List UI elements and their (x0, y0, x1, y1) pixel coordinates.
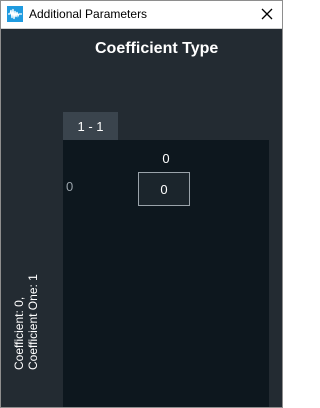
coefficient-cell[interactable]: 0 (138, 172, 190, 206)
tab-1-1[interactable]: 1 - 1 (63, 112, 118, 140)
waveform-icon (7, 6, 23, 22)
coefficient-grid-panel: 0 0 (63, 140, 269, 407)
vertical-label-line-1: Coefficient: 0, (12, 296, 26, 370)
title-bar[interactable]: Additional Parameters (1, 1, 282, 29)
column-header: 0 (162, 151, 170, 166)
close-button[interactable] (256, 4, 278, 24)
vertical-axis-label: Coefficient: 0, Coefficient One: 1 (12, 240, 40, 370)
content-area: Coefficient Type 1 - 1 0 0 0 Coefficient… (1, 29, 282, 407)
dialog-window: Additional Parameters Coefficient Type 1… (0, 0, 283, 408)
page-title: Coefficient Type (95, 40, 219, 57)
vertical-label-line-2: Coefficient One: 1 (26, 274, 40, 370)
window-title: Additional Parameters (29, 7, 148, 21)
close-icon (261, 8, 273, 20)
row-header: 0 (66, 179, 74, 194)
